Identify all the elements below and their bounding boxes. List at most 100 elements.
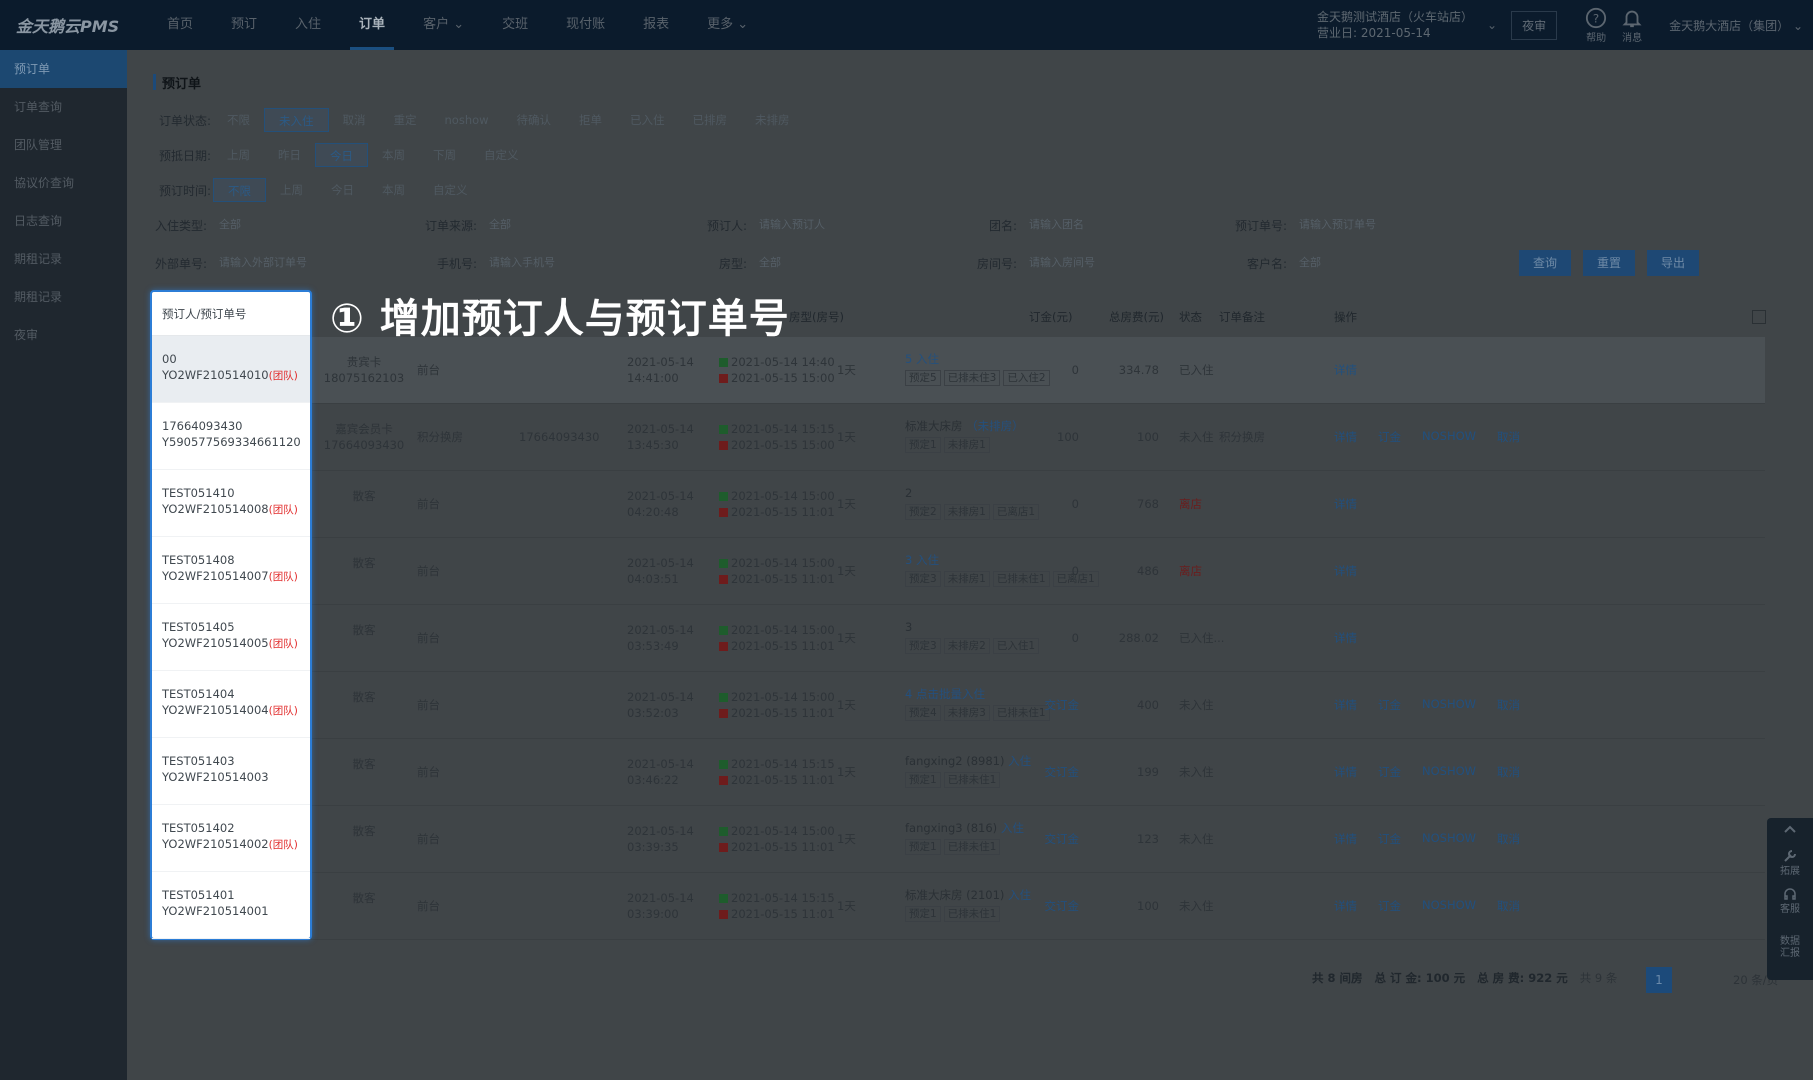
row-action-1[interactable]: 订金 xyxy=(1378,898,1401,914)
nav-more[interactable]: 更多 ⌄ xyxy=(688,0,767,50)
status-chip-all[interactable]: 不限 xyxy=(213,108,264,132)
deposit[interactable]: 交订金 xyxy=(1029,697,1080,713)
room-status-link[interactable]: 入住 xyxy=(1001,821,1024,835)
booker-name: TEST051408 xyxy=(162,553,235,567)
row-action-0[interactable]: 详情 xyxy=(1334,898,1357,914)
data-report-button[interactable]: 数据 汇报 xyxy=(1780,924,1800,960)
group-name-input[interactable]: 请输入团名 xyxy=(1023,213,1213,237)
row-action-3[interactable]: 取消 xyxy=(1497,764,1520,780)
status-chip-assigned[interactable]: 已排房 xyxy=(679,108,742,132)
column-settings-icon[interactable] xyxy=(1752,310,1766,324)
sidebar-item-lease-2[interactable]: 期租记录 xyxy=(0,278,127,316)
row-action-0[interactable]: 详情 xyxy=(1334,697,1357,713)
status-chip-cancelled[interactable]: 取消 xyxy=(329,108,380,132)
nav-orders[interactable]: 订单 xyxy=(340,0,404,50)
arrival-chip-this-week[interactable]: 本周 xyxy=(368,143,419,167)
arrival-chip-custom[interactable]: 自定义 xyxy=(470,143,533,167)
leave-time: 2021-05-15 11:01 xyxy=(731,907,835,921)
row-action-3[interactable]: 取消 xyxy=(1497,831,1520,847)
room-status-link[interactable]: 入住 xyxy=(1008,754,1031,768)
deposit[interactable]: 交订金 xyxy=(1029,831,1080,847)
room-status-link[interactable]: （未排房） xyxy=(966,419,1024,433)
row-action-1[interactable]: 订金 xyxy=(1378,831,1401,847)
sidebar-item-group-mgmt[interactable]: 团队管理 xyxy=(0,126,127,164)
row-action-2[interactable]: NOSHOW xyxy=(1422,898,1476,914)
help-button[interactable]: ? 帮助 xyxy=(1585,7,1607,44)
room-type-select[interactable]: 全部 xyxy=(753,251,943,275)
order-source-select[interactable]: 全部 xyxy=(483,213,673,237)
row-action-3[interactable]: 取消 xyxy=(1497,429,1520,445)
extension-button[interactable]: 拓展 xyxy=(1780,848,1800,878)
row-action-1[interactable]: 订金 xyxy=(1378,764,1401,780)
booking-chip-this-week[interactable]: 本周 xyxy=(368,178,419,202)
row-action-0[interactable]: 详情 xyxy=(1334,563,1357,579)
status-chip-unassigned[interactable]: 未排房 xyxy=(741,108,804,132)
collapse-button[interactable] xyxy=(1782,822,1798,840)
nav-booking[interactable]: 预订 xyxy=(212,0,276,50)
support-button[interactable]: 客服 xyxy=(1780,886,1800,916)
nav-reports[interactable]: 报表 xyxy=(624,0,688,50)
room-no-input[interactable]: 请输入房间号 xyxy=(1023,251,1213,275)
row-action-1[interactable]: 订金 xyxy=(1378,429,1401,445)
hotel-switcher[interactable]: 金天鹅测试酒店（火车站店） 营业日: 2021-05-14 xyxy=(1317,9,1473,41)
room-status-link[interactable]: 4 点击批量入住 xyxy=(905,687,985,701)
sidebar-item-bookings[interactable]: 预订单 xyxy=(0,50,127,88)
nav-customers[interactable]: 客户 ⌄ xyxy=(404,0,483,50)
booking-no-input[interactable]: 请输入预订单号 xyxy=(1293,213,1483,237)
deposit[interactable]: 交订金 xyxy=(1029,764,1080,780)
reset-button[interactable]: 重置 xyxy=(1583,250,1635,276)
query-button[interactable]: 查询 xyxy=(1519,250,1571,276)
room-status-link[interactable]: 入住 xyxy=(1008,888,1031,902)
room-status-link[interactable]: 3 入住 xyxy=(905,553,939,567)
booker-input[interactable]: 请输入预订人 xyxy=(753,213,943,237)
arrival-chip-yesterday[interactable]: 昨日 xyxy=(264,143,315,167)
arrival-chip-today[interactable]: 今日 xyxy=(315,143,368,167)
row-action-3[interactable]: 取消 xyxy=(1497,697,1520,713)
row-action-0[interactable]: 详情 xyxy=(1334,362,1357,378)
status-chip-rebooked[interactable]: 重定 xyxy=(380,108,431,132)
room-status-link[interactable]: 5 入住 xyxy=(905,352,939,366)
nav-home[interactable]: 首页 xyxy=(148,0,212,50)
row-action-2[interactable]: NOSHOW xyxy=(1422,429,1476,445)
row-action-0[interactable]: 详情 xyxy=(1334,429,1357,445)
deposit[interactable]: 交订金 xyxy=(1029,898,1080,914)
status-chip-pending[interactable]: 待确认 xyxy=(503,108,566,132)
nav-shift[interactable]: 交班 xyxy=(483,0,547,50)
messages-button[interactable]: 消息 xyxy=(1621,7,1643,44)
row-action-2[interactable]: NOSHOW xyxy=(1422,697,1476,713)
arrival-chip-last-week[interactable]: 上周 xyxy=(213,143,264,167)
sidebar-item-night[interactable]: 夜审 xyxy=(0,316,127,354)
page-1-button[interactable]: 1 xyxy=(1646,967,1672,993)
row-action-0[interactable]: 详情 xyxy=(1334,764,1357,780)
row-action-2[interactable]: NOSHOW xyxy=(1422,831,1476,847)
nav-checkin[interactable]: 入住 xyxy=(276,0,340,50)
row-action-0[interactable]: 详情 xyxy=(1334,831,1357,847)
status-chip-rejected[interactable]: 拒单 xyxy=(565,108,616,132)
status-chip-checked-in[interactable]: 已入住 xyxy=(616,108,679,132)
arrival-chip-next-week[interactable]: 下周 xyxy=(419,143,470,167)
sidebar-item-log-query[interactable]: 日志查询 xyxy=(0,202,127,240)
sidebar-item-rate-query[interactable]: 協议价查询 xyxy=(0,164,127,202)
group-switcher[interactable]: 金天鹅大酒店（集团） ⌄ xyxy=(1669,17,1803,34)
booking-chip-last-week[interactable]: 上周 xyxy=(266,178,317,202)
row-action-0[interactable]: 详情 xyxy=(1334,496,1357,512)
row-action-2[interactable]: NOSHOW xyxy=(1422,764,1476,780)
status-chip-not-checked-in[interactable]: 未入住 xyxy=(264,108,329,132)
export-button[interactable]: 导出 xyxy=(1647,250,1699,276)
checkin-type-select[interactable]: 全部 xyxy=(213,213,403,237)
row-action-1[interactable]: 订金 xyxy=(1378,697,1401,713)
night-audit-button[interactable]: 夜审 xyxy=(1511,10,1558,40)
sidebar-item-order-query[interactable]: 订单查询 xyxy=(0,88,127,126)
sidebar-item-lease-1[interactable]: 期租记录 xyxy=(0,240,127,278)
booking-chip-all[interactable]: 不限 xyxy=(213,178,266,202)
nav-cash[interactable]: 现付账 xyxy=(547,0,624,50)
row-action-0[interactable]: 详情 xyxy=(1334,630,1357,646)
customer-select[interactable]: 全部 xyxy=(1293,251,1483,275)
status-chip-noshow[interactable]: noshow xyxy=(431,108,503,132)
chevron-down-icon[interactable]: ⌄ xyxy=(1487,18,1497,32)
external-no-input[interactable]: 请输入外部订单号 xyxy=(213,251,403,275)
booking-chip-custom[interactable]: 自定义 xyxy=(419,178,482,202)
row-action-3[interactable]: 取消 xyxy=(1497,898,1520,914)
booking-chip-today[interactable]: 今日 xyxy=(317,178,368,202)
phone-input[interactable]: 请输入手机号 xyxy=(483,251,673,275)
